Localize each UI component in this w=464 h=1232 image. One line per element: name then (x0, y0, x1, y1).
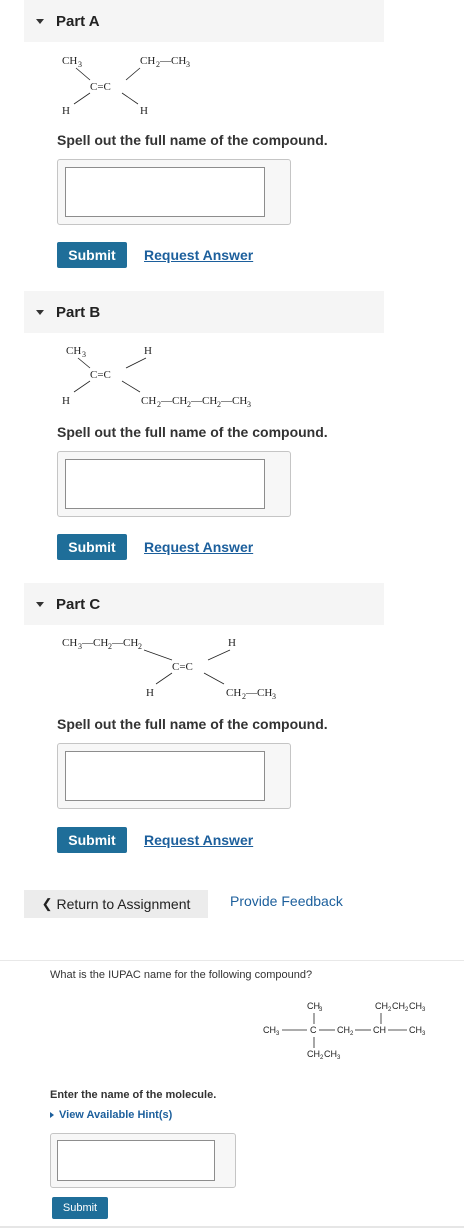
svg-text:CH: CH (409, 1025, 422, 1035)
svg-text:CH: CH (392, 1001, 405, 1011)
answer-field-container (50, 1133, 236, 1188)
svg-text:3: 3 (276, 1031, 280, 1037)
svg-text:3: 3 (78, 60, 82, 69)
part-title: Part A (56, 12, 100, 30)
struct-text: CH (62, 55, 77, 67)
question-2-panel: What is the IUPAC name for the following… (0, 960, 464, 1232)
svg-text:CH: CH (141, 395, 156, 407)
svg-text:3: 3 (272, 692, 276, 701)
view-hints-link[interactable]: View Available Hint(s) (50, 1109, 172, 1121)
svg-text:CH: CH (337, 1025, 350, 1035)
svg-text:C: C (310, 1025, 317, 1035)
svg-text:C=C: C=C (90, 369, 111, 381)
svg-text:CH: CH (373, 1025, 386, 1035)
svg-text:C=C: C=C (172, 661, 193, 673)
return-to-assignment-button[interactable]: ❮ Return to Assignment (24, 890, 208, 918)
part-title: Part B (56, 303, 101, 321)
svg-text:—CH: —CH (81, 637, 108, 649)
submit-button[interactable]: Submit (57, 534, 127, 560)
svg-text:3: 3 (186, 60, 190, 69)
answer-field-container (57, 159, 291, 225)
svg-text:—CH: —CH (220, 395, 247, 407)
request-answer-link[interactable]: Request Answer (144, 832, 253, 848)
answer-input[interactable] (65, 459, 265, 509)
return-label: Return to Assignment (56, 896, 191, 912)
svg-text:CH: CH (62, 637, 77, 649)
svg-text:CH: CH (226, 687, 241, 699)
question-prompt: Spell out the full name of the compound. (57, 424, 328, 440)
svg-text:CH: CH (324, 1049, 337, 1059)
question-2-text: What is the IUPAC name for the following… (50, 969, 313, 981)
svg-text:3: 3 (422, 1007, 426, 1013)
svg-text:CH: CH (409, 1001, 422, 1011)
answer-field-container (57, 743, 291, 809)
caret-right-icon (50, 1112, 54, 1118)
svg-text:3: 3 (247, 400, 251, 409)
request-answer-link[interactable]: Request Answer (144, 247, 253, 263)
svg-text:CH: CH (307, 1049, 320, 1059)
submit-button[interactable]: Submit (52, 1197, 108, 1219)
submit-button[interactable]: Submit (57, 242, 127, 268)
part-a-header[interactable]: Part A (24, 0, 384, 42)
svg-text:H: H (62, 395, 70, 407)
enter-name-label: Enter the name of the molecule. (50, 1089, 217, 1101)
svg-text:2: 2 (350, 1031, 354, 1037)
structure-a: CH 3 CH 2 —CH 3 C=C H H (40, 52, 240, 122)
question-prompt: Spell out the full name of the compound. (57, 132, 328, 148)
svg-text:H: H (144, 345, 152, 357)
caret-down-icon (36, 18, 44, 24)
svg-text:CH: CH (140, 55, 155, 67)
svg-text:H: H (140, 105, 148, 117)
divider (0, 1226, 464, 1228)
svg-text:—CH: —CH (190, 395, 217, 407)
structure-q2: CH 3 CH 2 CH 2 CH 3 CH 3 C CH 2 CH CH 3 … (255, 999, 455, 1084)
svg-text:H: H (228, 637, 236, 649)
structure-c: CH 3 —CH 2 —CH 2 H C=C H CH 2 —CH 3 (40, 632, 340, 702)
caret-down-icon (36, 601, 44, 607)
svg-text:—CH: —CH (111, 637, 138, 649)
svg-text:H: H (62, 105, 70, 117)
answer-input[interactable] (65, 751, 265, 801)
answer-input[interactable] (65, 167, 265, 217)
submit-button[interactable]: Submit (57, 827, 127, 853)
answer-input[interactable] (57, 1140, 215, 1181)
chevron-left-icon: ❮ (41, 896, 53, 911)
svg-text:3: 3 (337, 1055, 341, 1061)
svg-text:CH: CH (66, 345, 81, 357)
svg-text:—CH: —CH (159, 55, 186, 67)
svg-text:3: 3 (422, 1031, 426, 1037)
request-answer-link[interactable]: Request Answer (144, 539, 253, 555)
caret-down-icon (36, 309, 44, 315)
part-c-header[interactable]: Part C (24, 583, 384, 625)
svg-text:3: 3 (319, 1007, 323, 1013)
svg-text:3: 3 (82, 350, 86, 359)
svg-text:2: 2 (138, 642, 142, 651)
hint-label: View Available Hint(s) (59, 1109, 173, 1121)
svg-text:—CH: —CH (245, 687, 272, 699)
part-b-header[interactable]: Part B (24, 291, 384, 333)
answer-field-container (57, 451, 291, 517)
part-title: Part C (56, 595, 101, 613)
provide-feedback-link[interactable]: Provide Feedback (230, 893, 343, 909)
svg-text:CH: CH (263, 1025, 276, 1035)
question-prompt: Spell out the full name of the compound. (57, 716, 328, 732)
svg-text:CH: CH (375, 1001, 388, 1011)
structure-b: CH 3 H C=C H CH 2 —CH 2 —CH 2 —CH 3 (40, 340, 320, 410)
svg-text:—CH: —CH (160, 395, 187, 407)
svg-text:H: H (146, 687, 154, 699)
svg-text:C=C: C=C (90, 81, 111, 93)
